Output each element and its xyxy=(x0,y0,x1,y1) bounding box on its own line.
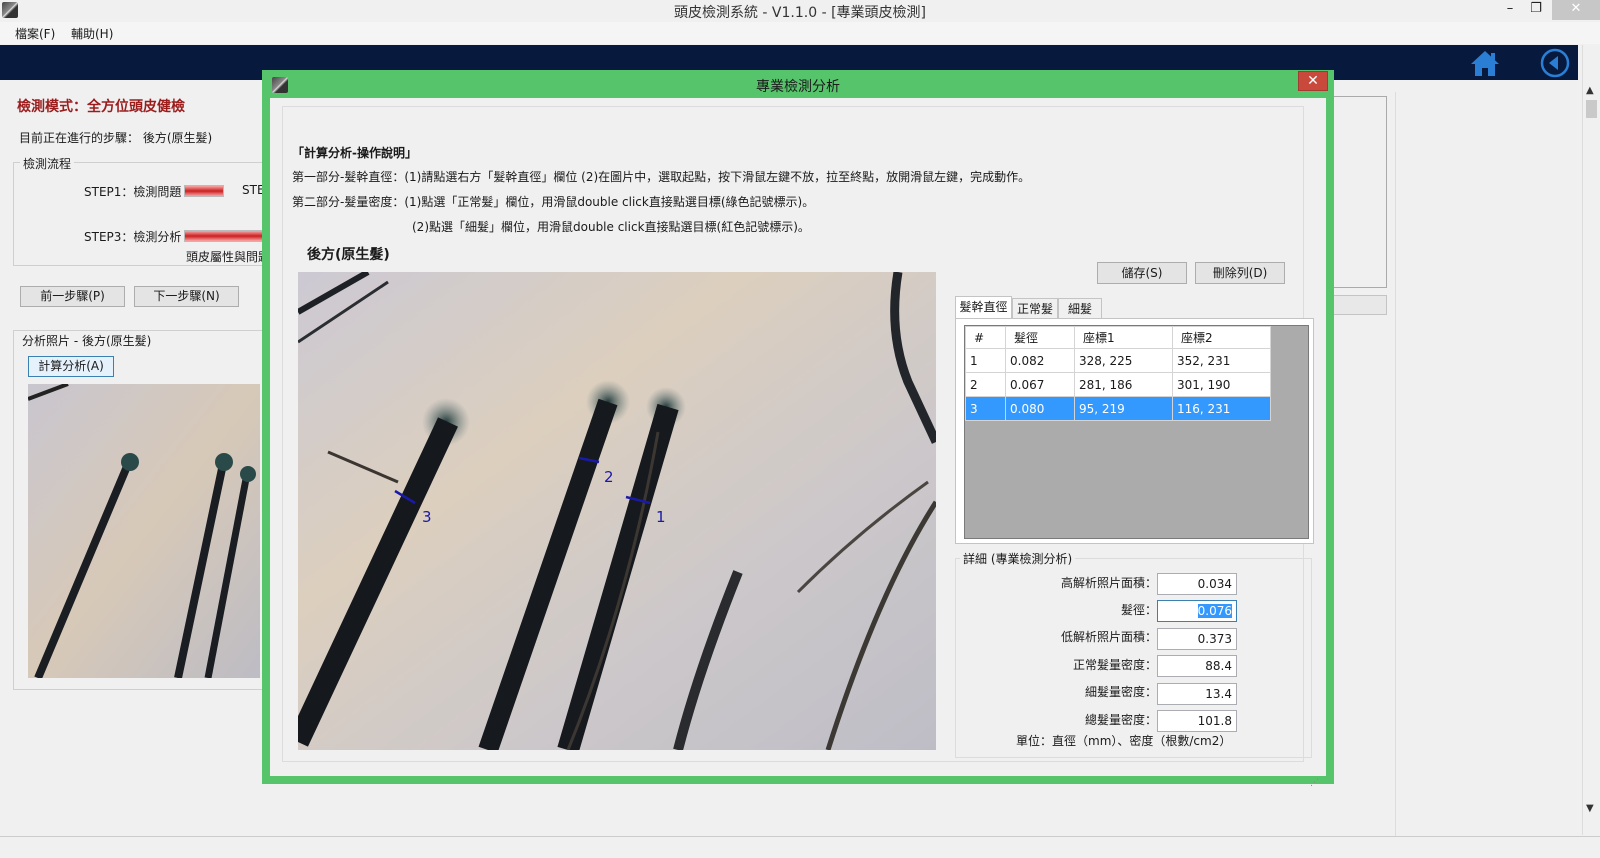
menu-bar: 檔案(F) 輔助(H) xyxy=(0,22,1600,44)
main-scrollbar[interactable]: ▲ ▼ xyxy=(1582,45,1600,835)
menu-file[interactable]: 檔案(F) xyxy=(15,25,55,42)
save-button[interactable]: 儲存(S) xyxy=(1097,262,1187,284)
analysis-dialog: 專業檢測分析 ✕ 「計算分析-操作說明」 第一部分-髮幹直徑：(1)請點選右方「… xyxy=(262,70,1334,788)
scalp-thumbnail xyxy=(28,384,260,678)
col-header-coord1[interactable]: 座標1 xyxy=(1074,326,1173,349)
instructions-line-1: 第一部分-髮幹直徑：(1)請點選右方「髮幹直徑」欄位 (2)在圖片中，選取起點，… xyxy=(292,170,1031,184)
scroll-thumb[interactable] xyxy=(1586,100,1597,118)
next-step-button[interactable]: 下一步驟(N) xyxy=(134,286,239,307)
cell-diameter[interactable]: 0.080 xyxy=(1005,396,1075,421)
hair-diameter-value: 0.076 xyxy=(1197,604,1232,618)
cell-coord1[interactable]: 281, 186 xyxy=(1074,372,1173,397)
instructions-heading: 「計算分析-操作說明」 xyxy=(292,146,417,160)
label-total-density: 總髮量密度： xyxy=(1084,713,1157,727)
photo-caption: 後方(原生髮) xyxy=(307,247,390,263)
label-high-res-area: 高解析照片面積： xyxy=(1060,576,1157,590)
back-circle-icon[interactable] xyxy=(1540,48,1570,78)
cell-index[interactable]: 1 xyxy=(965,348,1006,373)
instructions-line-2: 第二部分-髮量密度：(1)點選「正常髮」欄位，用滑鼠double click直接… xyxy=(292,195,815,209)
menu-help[interactable]: 輔助(H) xyxy=(71,25,113,42)
table-row[interactable]: 2 0.067 281, 186 301, 190 xyxy=(965,372,1271,397)
step3-label: STEP3：檢測分析 xyxy=(84,230,182,244)
step3-progress xyxy=(184,230,264,242)
hair-diameter-table: # 髮徑 座標1 座標2 1 0.082 328, 225 352, 231 2… xyxy=(965,326,1271,421)
details-legend: 詳細 (專業檢測分析) xyxy=(960,550,1076,567)
table-row[interactable]: 1 0.082 328, 225 352, 231 xyxy=(965,348,1271,373)
step1-label: STEP1：檢測問題 xyxy=(84,185,182,199)
tab-panel: # 髮徑 座標1 座標2 1 0.082 328, 225 352, 231 2… xyxy=(955,318,1314,544)
unit-note: 單位：直徑（mm）、密度（根數/cm2） xyxy=(1016,734,1232,748)
calc-analysis-button[interactable]: 計算分析(A) xyxy=(28,356,114,377)
window-titlebar: 頭皮檢測系統 - V1.1.0 - [專業頭皮檢測] – ❐ ✕ xyxy=(0,0,1600,22)
label-normal-density: 正常髮量密度： xyxy=(1072,658,1157,672)
label-hair-diameter: 髮徑： xyxy=(1120,603,1157,617)
cell-coord1[interactable]: 95, 219 xyxy=(1074,396,1173,421)
dialog-title: 專業檢測分析 xyxy=(756,79,840,95)
tab-hair-diameter[interactable]: 髮幹直徑 xyxy=(955,296,1012,320)
label-low-res-area: 低解析照片面積： xyxy=(1060,630,1157,644)
cell-coord2[interactable]: 352, 231 xyxy=(1172,348,1271,373)
high-res-area-field[interactable]: 0.034 xyxy=(1157,573,1237,595)
cell-index[interactable]: 2 xyxy=(965,372,1006,397)
cell-index[interactable]: 3 xyxy=(965,396,1006,421)
dialog-body: 「計算分析-操作說明」 第一部分-髮幹直徑：(1)請點選右方「髮幹直徑」欄位 (… xyxy=(270,98,1326,788)
hair-diameter-grid[interactable]: # 髮徑 座標1 座標2 1 0.082 328, 225 352, 231 2… xyxy=(964,325,1309,539)
scalp-photo-canvas[interactable]: 3 2 1 xyxy=(298,272,936,750)
col-header-index[interactable]: # xyxy=(965,326,1006,349)
cell-coord2[interactable]: 116, 231 xyxy=(1172,396,1271,421)
step1-progress xyxy=(184,185,224,197)
prev-step-button[interactable]: 前一步驟(P) xyxy=(20,286,125,307)
tab-fine-hair[interactable]: 細髮 xyxy=(1058,298,1102,320)
cell-diameter[interactable]: 0.067 xyxy=(1005,372,1075,397)
dialog-close-button[interactable]: ✕ xyxy=(1298,71,1328,91)
cell-coord2[interactable]: 301, 190 xyxy=(1172,372,1271,397)
right-panel-button[interactable] xyxy=(1332,295,1387,315)
fine-density-field[interactable]: 13.4 xyxy=(1157,683,1237,705)
minimize-button[interactable]: – xyxy=(1498,0,1522,20)
home-icon[interactable] xyxy=(1470,49,1500,77)
restore-button[interactable]: ❐ xyxy=(1524,0,1548,20)
flow-legend: 檢測流程 xyxy=(20,155,75,172)
delete-row-button[interactable]: 刪除列(D) xyxy=(1195,262,1285,284)
right-divider xyxy=(1395,92,1396,836)
dialog-titlebar: 專業檢測分析 ✕ xyxy=(262,70,1334,98)
instructions-line-3: (2)點選「細髮」欄位，用滑鼠double click直接點選目標(紅色記號標示… xyxy=(412,220,810,234)
status-bar xyxy=(0,836,1600,858)
marker-3: 3 xyxy=(422,508,432,526)
hair-diameter-field[interactable]: 0.076 xyxy=(1157,600,1237,622)
step3-sub-label: 頭皮屬性與問題 xyxy=(186,250,271,264)
marker-1: 1 xyxy=(656,508,666,526)
col-header-coord2[interactable]: 座標2 xyxy=(1172,326,1271,349)
mode-title: 檢測模式：全方位頭皮健檢 xyxy=(17,99,185,115)
cell-diameter[interactable]: 0.082 xyxy=(1005,348,1075,373)
normal-density-field[interactable]: 88.4 xyxy=(1157,655,1237,677)
window-close-button[interactable]: ✕ xyxy=(1552,0,1600,20)
scroll-up-icon[interactable]: ▲ xyxy=(1586,85,1594,96)
low-res-area-field[interactable]: 0.373 xyxy=(1157,628,1237,650)
marker-2: 2 xyxy=(604,468,614,486)
label-fine-density: 細髮量密度： xyxy=(1084,685,1157,699)
scroll-down-icon[interactable]: ▼ xyxy=(1586,803,1594,814)
total-density-field[interactable]: 101.8 xyxy=(1157,710,1237,732)
resize-grip-icon[interactable]: ⋰ xyxy=(1310,778,1319,788)
current-step: 目前正在進行的步驟： 後方(原生髮) xyxy=(19,131,213,145)
window-title: 頭皮檢測系統 - V1.1.0 - [專業頭皮檢測] xyxy=(673,5,927,21)
table-row-selected[interactable]: 3 0.080 95, 219 116, 231 xyxy=(965,396,1271,421)
analysis-photo-title: 分析照片 - 後方(原生髮) xyxy=(22,334,152,348)
right-preview-panel xyxy=(1332,96,1387,288)
col-header-diameter[interactable]: 髮徑 xyxy=(1005,326,1075,349)
cell-coord1[interactable]: 328, 225 xyxy=(1074,348,1173,373)
tab-normal-hair[interactable]: 正常髮 xyxy=(1012,298,1058,320)
